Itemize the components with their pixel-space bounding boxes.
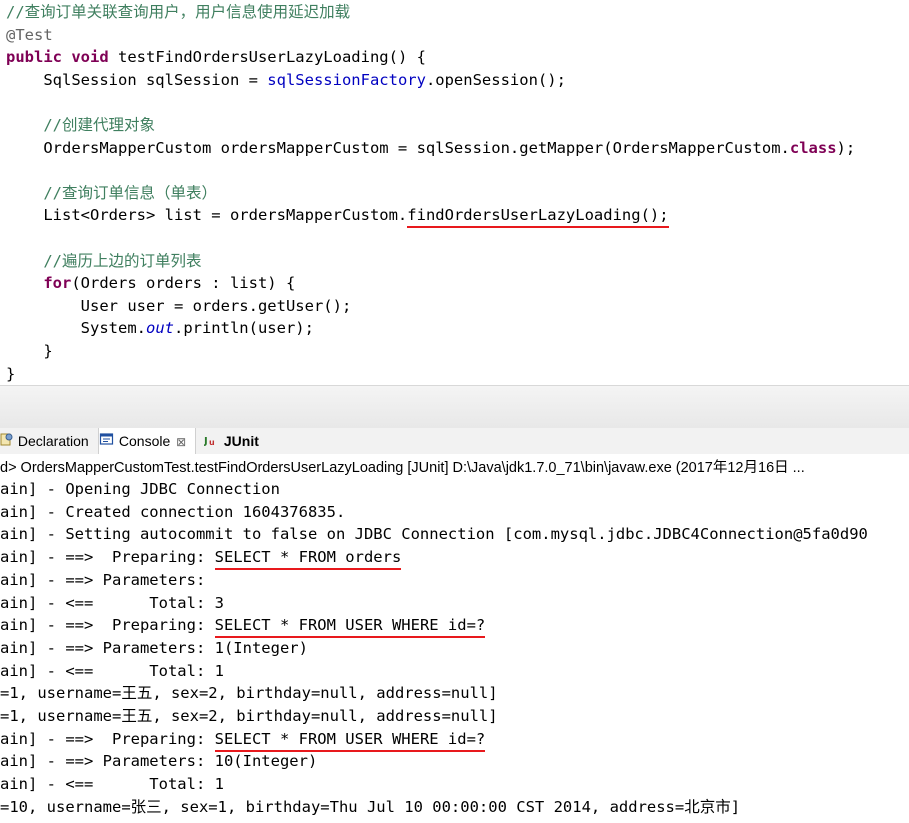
code-token: .println(user); [173,319,314,338]
code-token: SqlSession sqlSession = [6,70,268,89]
console-line: ain] - Created connection 1604376835. [0,501,345,524]
tab-console[interactable]: Console ⊠ [98,428,196,454]
underlined-segment: SELECT * FROM orders [214,548,402,571]
code-token: ain] - ==> Preparing: [0,548,215,567]
underlined-segment: SELECT * FROM USER WHERE id=? [214,729,486,752]
view-tab-bar: Declaration Console ⊠ J u JUnit [0,428,909,454]
console-line: ain] - <== Total: 3 [0,592,224,615]
code-line: } [6,340,53,362]
code-token: for [43,274,72,293]
console-output[interactable]: ain] - Opening JDBC Connection ain] - Cre… [0,478,909,823]
code-token: ain] - ==> Preparing: [0,729,215,748]
console-icon [99,429,115,455]
svg-text:J: J [204,436,208,447]
tab-declaration[interactable]: Declaration [0,428,94,454]
code-editor[interactable]: //查询订单关联查询用户，用户信息使用延迟加载 @Test public void … [0,0,909,385]
pane-separator [0,385,909,429]
code-token: void [71,48,109,67]
junit-icon: J u [203,429,220,455]
console-line: ain] - ==> Parameters: [0,569,215,592]
code-token: } [6,364,16,383]
code-token: out [145,319,174,338]
code-token: testFindOrdersUserLazyLoading() { [108,48,426,67]
code-token: ain] - Created connection 1604376835. [0,502,346,521]
console-line: =1, username=王五, sex=2, birthday=null, a… [0,682,498,705]
code-line: //创建代理对象 [6,114,155,136]
code-token: System. [6,319,146,338]
code-line: @Test [6,24,53,46]
code-token: (Orders orders : list) { [71,274,296,293]
code-line: User user = orders.getUser(); [6,295,352,317]
code-token: =1, username=王五, sex=2, birthday=null, a… [0,684,498,703]
code-line: for(Orders orders : list) { [6,272,295,294]
code-token: User user = orders.getUser(); [6,296,352,315]
declaration-icon [0,429,14,455]
code-token: ain] - Setting autocommit to false on JD… [0,525,868,544]
code-token: @Test [6,25,53,44]
code-token: ain] - ==> Preparing: [0,616,215,635]
code-token: //遍历上边的订单列表 [43,251,202,270]
console-line: ain] - ==> Preparing: SELECT * FROM USER… [0,614,486,639]
code-token: ain] - <== Total: 3 [0,593,224,612]
console-line: ain] - <== Total: 1 [0,773,224,796]
console-line: ain] - Setting autocommit to false on JD… [0,523,868,546]
code-token: OrdersMapperCustom ordersMapperCustom = … [6,138,790,157]
console-line: ain] - ==> Preparing: SELECT * FROM USER… [0,728,486,752]
code-token: ain] - Opening JDBC Connection [0,480,280,498]
close-icon[interactable]: ⊠ [176,435,186,449]
svg-text:u: u [209,438,215,447]
code-token: } [6,342,53,360]
code-token: List<Orders> list = ordersMapperCustom. [6,206,408,225]
tab-junit-label: JUnit [223,433,259,449]
code-token: ain] - ==> Parameters: 1(Integer) [0,638,308,657]
code-line: System.out.println(user); [6,317,314,339]
code-token: ); [836,138,856,157]
code-line: //查询订单关联查询用户，用户信息使用延迟加载 [6,1,350,23]
code-line: //遍历上边的订单列表 [6,250,202,272]
code-line: } [6,363,15,385]
code-token: ain] - <== Total: 1 [0,661,224,680]
code-line: public void testFindOrdersUserLazyLoadin… [6,46,426,68]
console-line: ain] - ==> Preparing: SELECT * FROM orde… [0,546,402,571]
code-token: .openSession(); [425,70,566,89]
code-token: //查询订单关联查询用户，用户信息使用延迟加载 [6,3,351,21]
console-process-label: d> OrdersMapperCustomTest.testFindOrders… [0,460,805,476]
code-token: class [789,138,837,157]
console-line: =1, username=王五, sex=2, birthday=null, a… [0,705,498,728]
tab-junit[interactable]: J u JUnit [203,428,274,455]
console-line: ain] - ==> Parameters: 10(Integer) [0,750,317,773]
code-token: ain] - ==> Parameters: [0,570,215,589]
code-token: ain] - ==> Parameters: 10(Integer) [0,752,318,771]
underlined-segment: SELECT * FROM USER WHERE id=? [214,616,486,639]
code-token: ain] - <== Total: 1 [0,775,224,794]
code-token: //查询订单信息（单表） [43,183,217,202]
console-line: ain] - Opening JDBC Connection [0,478,280,501]
code-line: SqlSession sqlSession = sqlSessionFactor… [6,69,566,91]
underlined-segment: findOrdersUserLazyLoading(); [407,206,669,229]
console-line: ain] - <== Total: 1 [0,660,224,683]
code-line: //查询订单信息（单表） [6,182,217,204]
code-token: sqlSessionFactory [267,70,426,89]
console-line: ain] - ==> Parameters: 1(Integer) [0,637,308,660]
code-line: OrdersMapperCustom ordersMapperCustom = … [6,137,855,159]
code-token: =1, username=王五, sex=2, birthday=null, a… [0,707,498,725]
tab-console-label: Console [118,433,171,449]
code-token: public [6,48,62,67]
code-token: //创建代理对象 [43,116,155,134]
code-token: =10, username=张三, sex=1, birthday=Thu Ju… [0,797,741,816]
console-line: =10, username=张三, sex=1, birthday=Thu Ju… [0,796,740,819]
tab-declaration-label: Declaration [17,433,89,449]
code-line: List<Orders> list = ordersMapperCustom.f… [6,204,669,229]
